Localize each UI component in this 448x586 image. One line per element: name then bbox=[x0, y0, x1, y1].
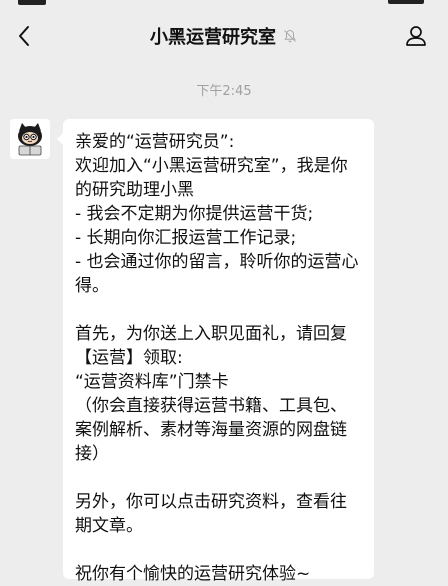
black-cat-avatar[interactable] bbox=[10, 119, 50, 159]
message-line-welcome: 欢迎加入“小黑运营研究室”，我是你的研究助理小黑 bbox=[75, 156, 348, 200]
status-bar bbox=[0, 0, 448, 8]
message-line-archive: 另外，你可以点击研究资料，查看往期文章。 bbox=[75, 492, 347, 536]
message-line-greeting: 亲爱的“运营研究员”: bbox=[75, 132, 235, 152]
message-line-gift-details: （你会直接获得运营书籍、工具包、案例解析、素材等海量资源的网盘链接） bbox=[75, 396, 347, 464]
bell-muted-icon bbox=[284, 29, 296, 43]
status-time bbox=[18, 0, 46, 5]
message-line-gift-card: “运营资料库”门禁卡 bbox=[75, 372, 229, 392]
message-line-offer-1: - 我会不定期为你提供运营干货; bbox=[75, 204, 314, 224]
message-timestamp: 下午2:45 bbox=[196, 84, 252, 99]
chat-title-wrap: 小黑运营研究室 bbox=[150, 23, 298, 49]
person-icon bbox=[406, 26, 426, 46]
message-line-closing: 祝你有个愉快的运营研究体验~ bbox=[75, 564, 311, 584]
message-bubble[interactable]: 亲爱的“运营研究员”: 欢迎加入“小黑运营研究室”，我是你的研究助理小黑 - 我… bbox=[57, 119, 374, 584]
chat-header: 小黑运营研究室 bbox=[0, 8, 448, 64]
black-cat-avatar-image bbox=[10, 119, 50, 159]
message-line-offer-3: - 也会通过你的留言，聆听你的运营心得。 bbox=[75, 252, 359, 296]
message-line-gift-intro: 首先，为你送上入职见面礼，请回复【运营】领取: bbox=[75, 324, 347, 368]
chevron-left-icon bbox=[19, 26, 29, 46]
back-button[interactable] bbox=[6, 16, 42, 56]
chat-title: 小黑运营研究室 bbox=[150, 27, 276, 48]
chat-info-button[interactable] bbox=[398, 16, 434, 56]
message-line-offer-2: - 长期向你汇报运营工作记录; bbox=[75, 228, 297, 248]
status-indicators bbox=[388, 0, 424, 4]
